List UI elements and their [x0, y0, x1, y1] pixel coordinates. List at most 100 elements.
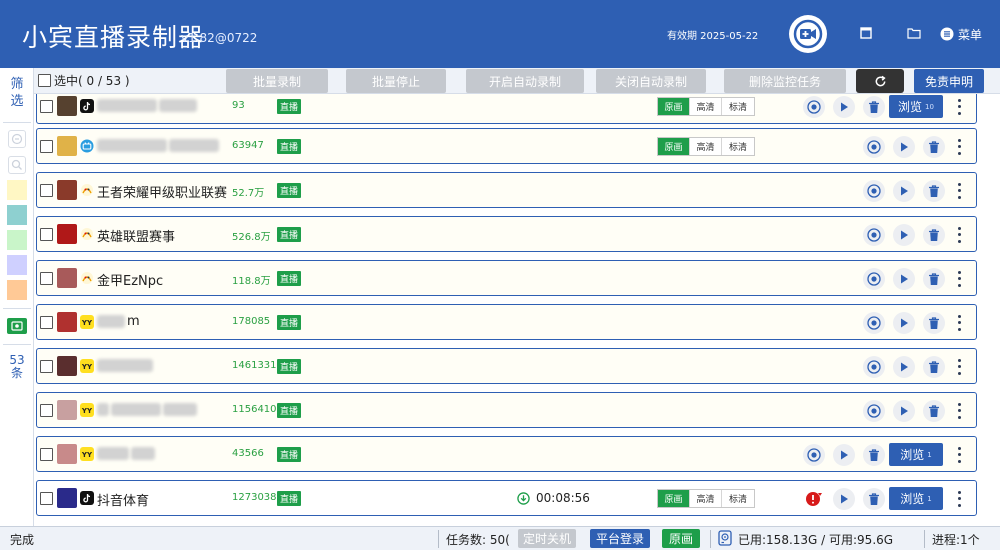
more-options-icon[interactable]: [953, 401, 965, 421]
quality-option[interactable]: 高清: [690, 138, 722, 155]
window-icon[interactable]: [858, 25, 874, 41]
delete-button[interactable]: [923, 400, 945, 422]
disclaimer-button[interactable]: 免责申明: [914, 69, 984, 93]
filter-button[interactable]: 筛选: [8, 76, 26, 110]
quality-option[interactable]: 原画: [658, 98, 690, 115]
quality-option[interactable]: 原画: [658, 490, 690, 507]
task-row[interactable]: 抖音体育 1273038 直播 00:08:56 原画 高清 标清 浏览 1: [36, 480, 977, 516]
delete-button[interactable]: [923, 312, 945, 334]
color-filter-purple[interactable]: [7, 255, 27, 275]
color-filter-yellow[interactable]: [7, 180, 27, 200]
task-row[interactable]: YY 1156410 直播: [36, 392, 977, 428]
row-checkbox[interactable]: [40, 316, 53, 329]
more-options-icon[interactable]: [953, 357, 965, 377]
play-button[interactable]: [893, 224, 915, 246]
record-button[interactable]: [863, 356, 885, 378]
row-checkbox[interactable]: [40, 184, 53, 197]
color-filter-teal[interactable]: [7, 205, 27, 225]
record-button[interactable]: [863, 180, 885, 202]
search-icon[interactable]: [8, 156, 26, 174]
quality-selector[interactable]: 原画 高清 标清: [657, 137, 755, 156]
record-alert-button[interactable]: [803, 488, 825, 510]
default-quality-button[interactable]: 原画: [662, 529, 700, 548]
task-row[interactable]: 93 直播 原画 高清 标清 浏览 10: [36, 94, 977, 124]
batch-stop-button[interactable]: 批量停止: [346, 69, 446, 93]
record-button[interactable]: [863, 136, 885, 158]
browse-button[interactable]: 浏览 10: [889, 95, 943, 118]
quality-option[interactable]: 标清: [722, 98, 754, 115]
filter-clear-icon[interactable]: [8, 130, 26, 148]
quality-option[interactable]: 标清: [722, 490, 754, 507]
more-options-icon[interactable]: [953, 181, 965, 201]
play-button[interactable]: [893, 180, 915, 202]
task-row[interactable]: YY 1461331 直播: [36, 348, 977, 384]
delete-button[interactable]: [923, 136, 945, 158]
play-button[interactable]: [893, 136, 915, 158]
browse-button[interactable]: 浏览 1: [889, 487, 943, 510]
quality-option[interactable]: 标清: [722, 138, 754, 155]
batch-record-button[interactable]: 批量录制: [226, 69, 328, 93]
add-live-button[interactable]: [789, 15, 827, 53]
select-all-checkbox[interactable]: 选中( 0 / 53 ): [38, 72, 130, 89]
record-button[interactable]: [863, 268, 885, 290]
play-button[interactable]: [833, 444, 855, 466]
checkbox[interactable]: [38, 74, 51, 87]
play-button[interactable]: [833, 488, 855, 510]
row-checkbox[interactable]: [40, 448, 53, 461]
platform-login-button[interactable]: 平台登录: [590, 529, 650, 548]
enable-auto-record-button[interactable]: 开启自动录制: [466, 69, 584, 93]
folder-icon[interactable]: [906, 25, 922, 41]
task-row[interactable]: 王者荣耀甲级职业联赛 52.7万 直播: [36, 172, 977, 208]
task-row[interactable]: YY m 178085 直播: [36, 304, 977, 340]
more-options-icon[interactable]: [953, 269, 965, 289]
row-checkbox[interactable]: [40, 100, 53, 113]
quality-selector[interactable]: 原画 高清 标清: [657, 489, 755, 508]
menu-button[interactable]: 菜单: [940, 25, 982, 43]
play-button[interactable]: [833, 96, 855, 118]
disable-auto-record-button[interactable]: 关闭自动录制: [596, 69, 706, 93]
more-options-icon[interactable]: [953, 137, 965, 157]
quality-option[interactable]: 高清: [690, 490, 722, 507]
delete-button[interactable]: [863, 444, 885, 466]
row-checkbox[interactable]: [40, 140, 53, 153]
play-button[interactable]: [893, 268, 915, 290]
task-row[interactable]: YY 43566 直播 浏览 1: [36, 436, 977, 472]
quality-option[interactable]: 高清: [690, 98, 722, 115]
recording-filter-icon[interactable]: [7, 318, 27, 334]
quality-selector[interactable]: 原画 高清 标清: [657, 97, 755, 116]
record-button[interactable]: [863, 312, 885, 334]
browse-button[interactable]: 浏览 1: [889, 443, 943, 466]
refresh-button[interactable]: [856, 69, 904, 93]
timer-shutdown-button[interactable]: 定时关机: [518, 529, 576, 548]
delete-button[interactable]: [923, 180, 945, 202]
task-row[interactable]: 金甲EzNpc 118.8万 直播: [36, 260, 977, 296]
record-button[interactable]: [863, 400, 885, 422]
more-options-icon[interactable]: [953, 489, 965, 509]
row-checkbox[interactable]: [40, 228, 53, 241]
delete-button[interactable]: [863, 488, 885, 510]
delete-button[interactable]: [923, 356, 945, 378]
play-button[interactable]: [893, 400, 915, 422]
delete-button[interactable]: [923, 268, 945, 290]
row-checkbox[interactable]: [40, 272, 53, 285]
play-button[interactable]: [893, 356, 915, 378]
color-filter-green[interactable]: [7, 230, 27, 250]
more-options-icon[interactable]: [953, 225, 965, 245]
play-button[interactable]: [893, 312, 915, 334]
row-checkbox[interactable]: [40, 404, 53, 417]
record-button[interactable]: [863, 224, 885, 246]
row-checkbox[interactable]: [40, 492, 53, 505]
task-row[interactable]: 英雄联盟赛事 526.8万 直播: [36, 216, 977, 252]
more-options-icon[interactable]: [953, 445, 965, 465]
task-row[interactable]: 63947 直播 原画 高清 标清: [36, 128, 977, 164]
color-filter-orange[interactable]: [7, 280, 27, 300]
delete-tasks-button[interactable]: 删除监控任务: [724, 69, 846, 93]
row-checkbox[interactable]: [40, 360, 53, 373]
quality-option[interactable]: 原画: [658, 138, 690, 155]
delete-button[interactable]: [863, 96, 885, 118]
record-button[interactable]: [803, 96, 825, 118]
more-options-icon[interactable]: [953, 313, 965, 333]
record-button[interactable]: [803, 444, 825, 466]
more-options-icon[interactable]: [953, 97, 965, 117]
delete-button[interactable]: [923, 224, 945, 246]
